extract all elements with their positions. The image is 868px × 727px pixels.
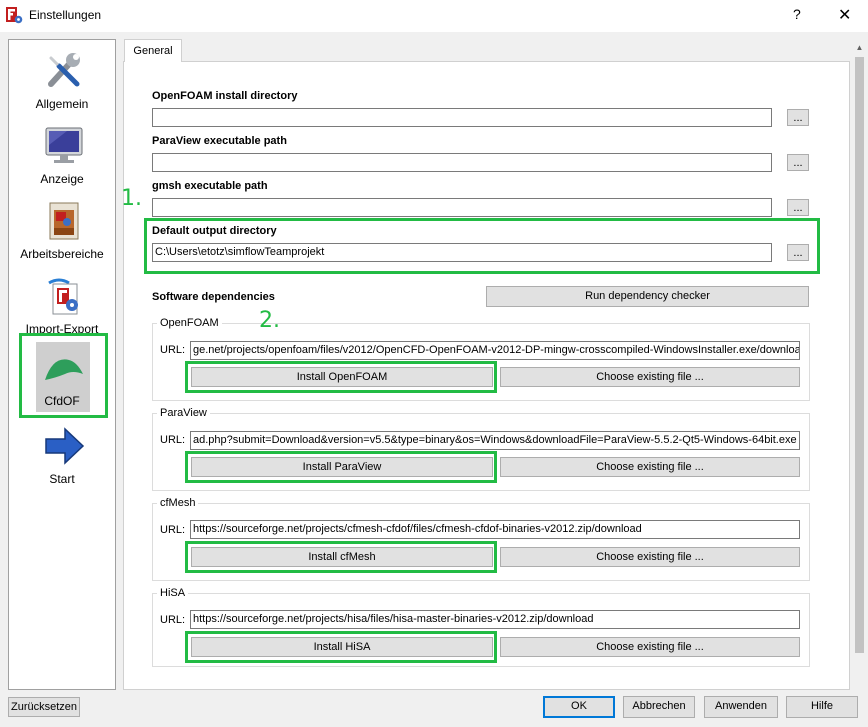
hisa-url-field[interactable]: https://sourceforge.net/projects/hisa/fi…: [190, 610, 800, 629]
monitor-icon: [45, 127, 83, 163]
close-icon[interactable]: ✕: [838, 5, 851, 25]
cfmesh-url-label: URL:: [160, 524, 186, 536]
paraview-url-label: URL:: [160, 434, 186, 446]
sidebar-item-label: Anzeige: [40, 172, 84, 186]
window-title: Einstellungen: [29, 8, 102, 22]
hisa-group-title: HiSA: [157, 587, 189, 599]
sidebar-item-cfdof[interactable]: CfdOF: [9, 342, 115, 417]
output-dir-field[interactable]: C:\Users\etotz\simflowTeamprojekt: [152, 243, 772, 262]
freecad-app-icon: [6, 7, 23, 24]
software-deps-label: Software dependencies: [152, 291, 275, 303]
paraview-group: [152, 413, 810, 491]
annotation-marker-2: 2.: [259, 308, 280, 333]
openfoam-url-label: URL:: [160, 344, 186, 356]
workbench-box-icon: [49, 202, 79, 240]
wrench-screwdriver-icon: [48, 53, 80, 87]
openfoam-dir-field[interactable]: [152, 108, 772, 127]
hisa-choose-file-button[interactable]: Choose existing file ...: [500, 637, 800, 657]
import-export-icon: [48, 278, 78, 315]
paraview-path-field[interactable]: [152, 153, 772, 172]
ok-button[interactable]: OK: [543, 696, 615, 718]
sidebar-item-label: Arbeitsbereiche: [20, 247, 104, 261]
openfoam-group: [152, 323, 810, 401]
install-openfoam-button[interactable]: Install OpenFOAM: [191, 367, 493, 387]
scrollbar-thumb[interactable]: [855, 57, 864, 653]
install-cfmesh-button[interactable]: Install cfMesh: [191, 547, 493, 567]
paraview-path-label: ParaView executable path: [152, 135, 287, 147]
output-dir-label: Default output directory: [152, 225, 277, 237]
sidebar-item-label: Import-Export: [25, 322, 99, 336]
sidebar-item-label: Allgemein: [35, 97, 89, 111]
cfmesh-choose-file-button[interactable]: Choose existing file ...: [500, 547, 800, 567]
hisa-url-label: URL:: [160, 614, 186, 626]
paraview-choose-file-button[interactable]: Choose existing file ...: [500, 457, 800, 477]
cfmesh-group: [152, 503, 810, 581]
cfdof-leaf-icon: [45, 359, 83, 380]
cancel-button[interactable]: Abbrechen: [623, 696, 695, 718]
run-dependency-checker-button[interactable]: Run dependency checker: [486, 286, 809, 307]
tab-general[interactable]: General: [124, 39, 182, 62]
openfoam-url-field[interactable]: ge.net/projects/openfoam/files/v2012/Ope…: [190, 341, 800, 360]
openfoam-dir-label: OpenFOAM install directory: [152, 90, 298, 102]
annotation-marker-1: 1.: [121, 186, 142, 211]
install-hisa-button[interactable]: Install HiSA: [191, 637, 493, 657]
install-paraview-button[interactable]: Install ParaView: [191, 457, 493, 477]
output-dir-browse-button[interactable]: ...: [787, 244, 809, 261]
openfoam-choose-file-button[interactable]: Choose existing file ...: [500, 367, 800, 387]
cfmesh-group-title: cfMesh: [157, 497, 199, 509]
help-icon[interactable]: ?: [793, 6, 801, 22]
sidebar-item-anzeige[interactable]: Anzeige: [9, 120, 115, 195]
preferences-sidebar: Allgemein Anzeige Arbeitsbereiche Import…: [8, 39, 116, 690]
gmsh-path-browse-button[interactable]: ...: [787, 199, 809, 216]
paraview-path-browse-button[interactable]: ...: [787, 154, 809, 171]
help-button[interactable]: Hilfe: [786, 696, 858, 718]
paraview-url-field[interactable]: ad.php?submit=Download&version=v5.5&type…: [190, 431, 800, 450]
sidebar-item-arbeitsbereiche[interactable]: Arbeitsbereiche: [9, 195, 115, 270]
cfmesh-url-field[interactable]: https://sourceforge.net/projects/cfmesh-…: [190, 520, 800, 539]
gmsh-path-label: gmsh executable path: [152, 180, 268, 192]
sidebar-item-label: CfdOF: [44, 394, 80, 408]
paraview-group-title: ParaView: [157, 407, 210, 419]
sidebar-item-label: Start: [49, 472, 75, 486]
title-bar: Einstellungen ? ✕: [0, 0, 868, 32]
reset-button[interactable]: Zurücksetzen: [8, 697, 80, 717]
sidebar-item-import-export[interactable]: Import-Export: [9, 270, 115, 345]
scroll-up-icon[interactable]: ▲: [851, 39, 868, 56]
openfoam-dir-browse-button[interactable]: ...: [787, 109, 809, 126]
vertical-scrollbar[interactable]: ▲: [851, 39, 868, 690]
start-arrow-icon: [45, 427, 85, 465]
openfoam-group-title: OpenFOAM: [157, 317, 222, 329]
sidebar-item-allgemein[interactable]: Allgemein: [9, 45, 115, 120]
gmsh-path-field[interactable]: [152, 198, 772, 217]
apply-button[interactable]: Anwenden: [704, 696, 778, 718]
sidebar-item-start[interactable]: Start: [9, 420, 115, 495]
